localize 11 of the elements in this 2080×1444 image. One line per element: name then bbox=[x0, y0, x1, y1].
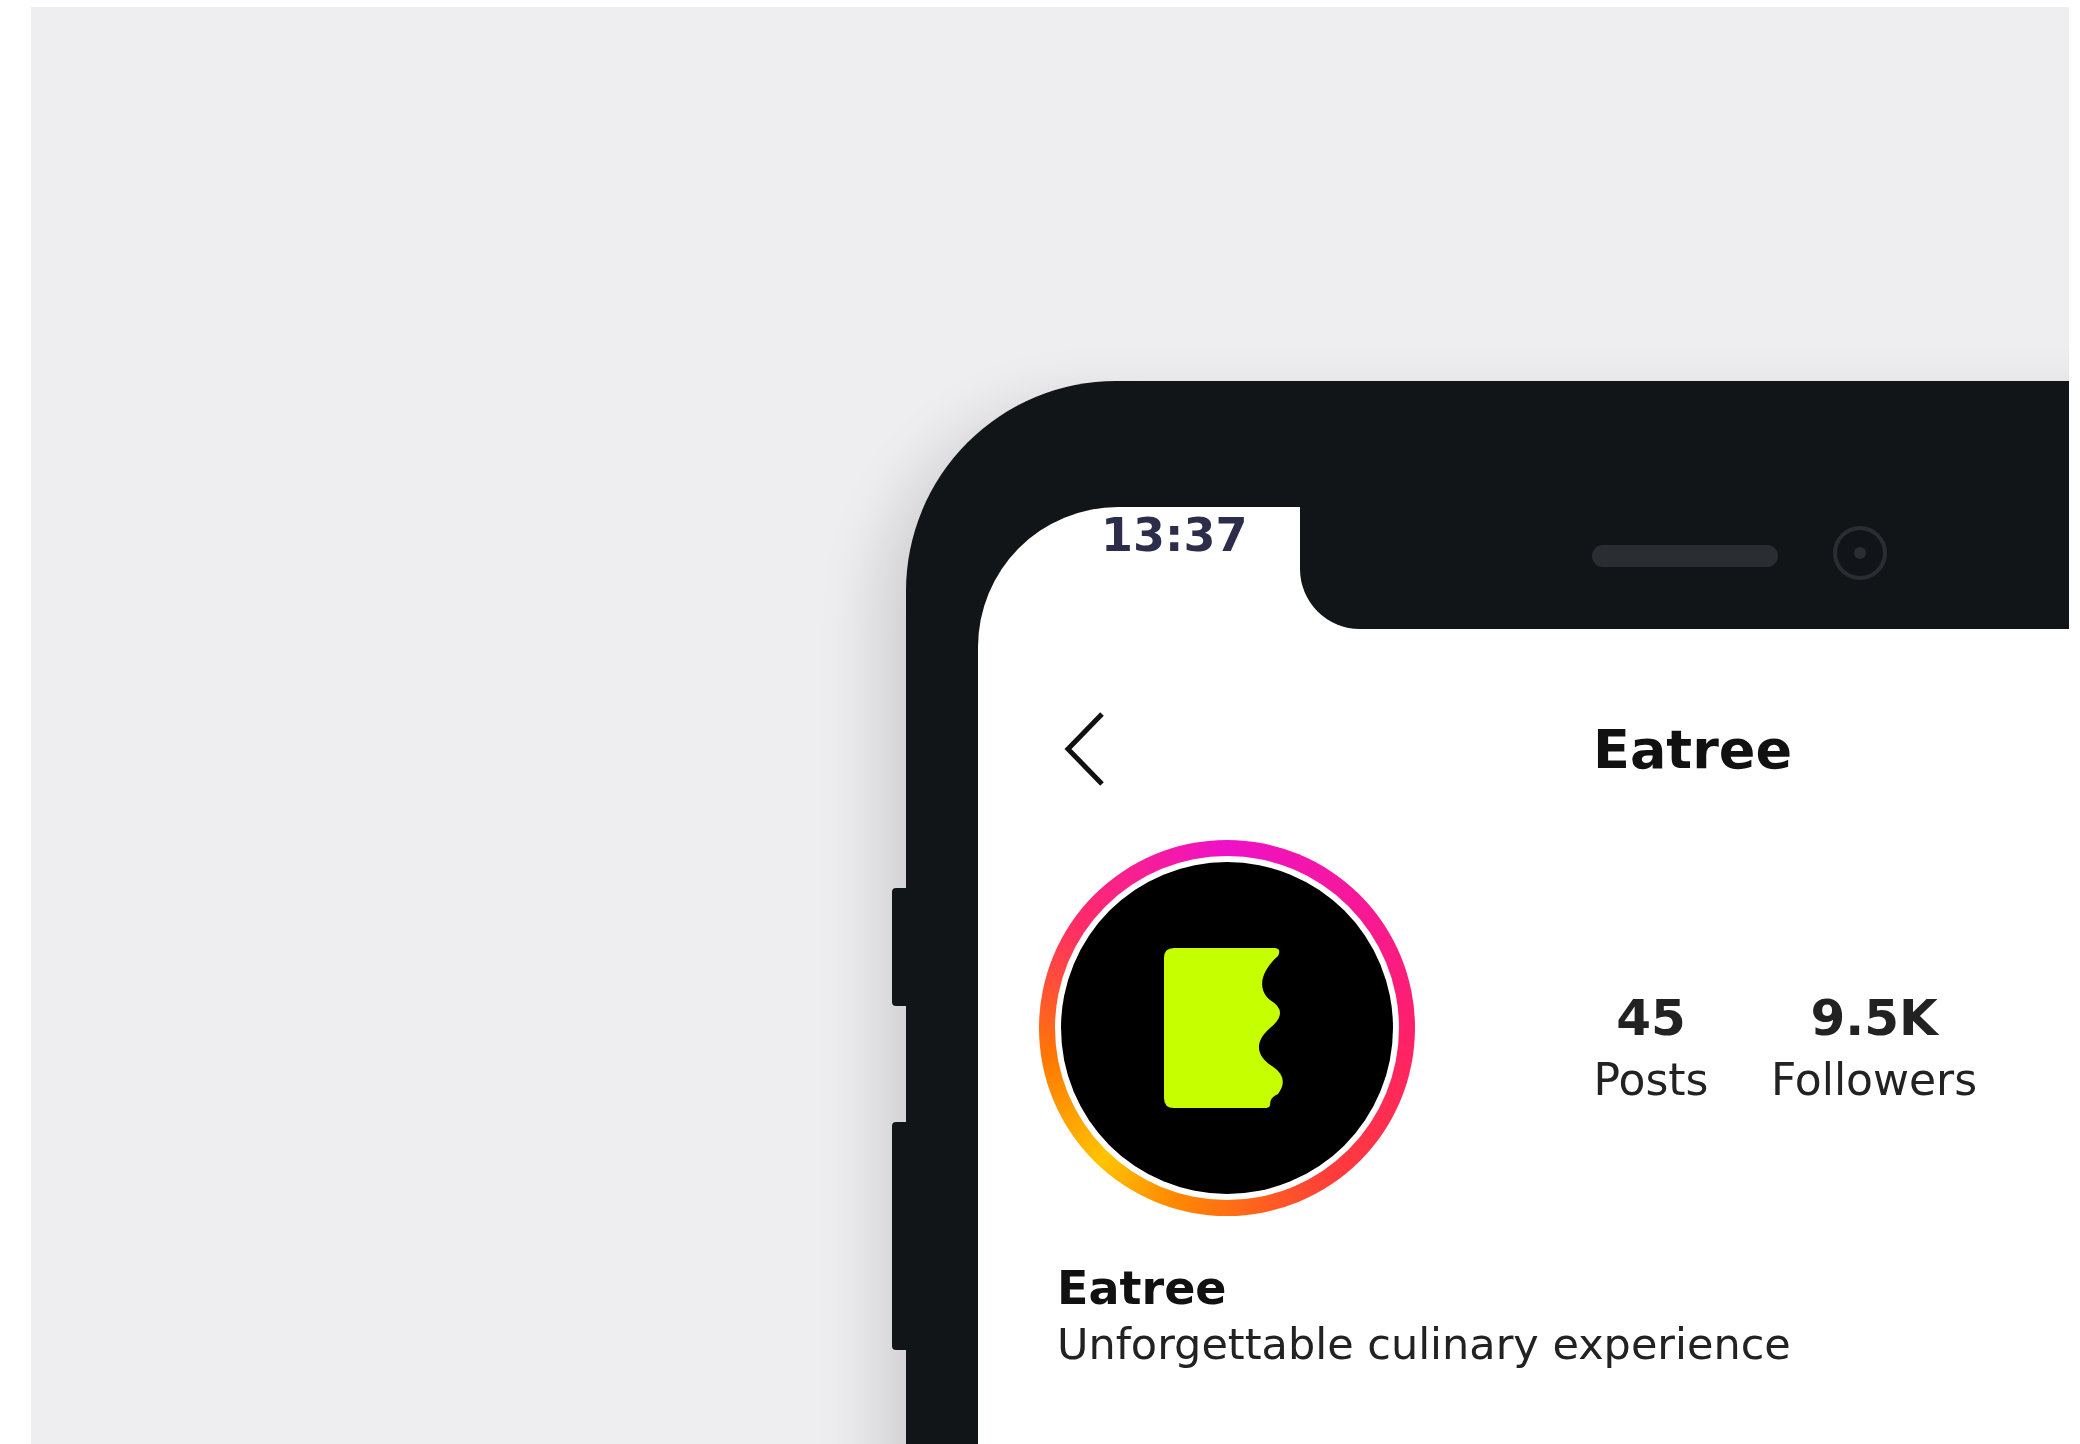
back-chevron-icon bbox=[1062, 710, 1106, 788]
profile-name: Eatree bbox=[1057, 1260, 1228, 1316]
page-title: Eatree bbox=[1593, 717, 1793, 781]
stat-value: 9.5K bbox=[1810, 988, 1938, 1049]
stat-label: Posts bbox=[1593, 1053, 1709, 1107]
stat-label: Followers bbox=[1771, 1053, 1978, 1107]
profile-bio: Unforgettable culinary experience bbox=[1057, 1318, 1792, 1371]
status-time: 13:37 bbox=[1101, 507, 1248, 563]
speaker-icon bbox=[1592, 545, 1778, 567]
camera-icon bbox=[1833, 526, 1887, 580]
stat-value: 45 bbox=[1616, 988, 1686, 1049]
